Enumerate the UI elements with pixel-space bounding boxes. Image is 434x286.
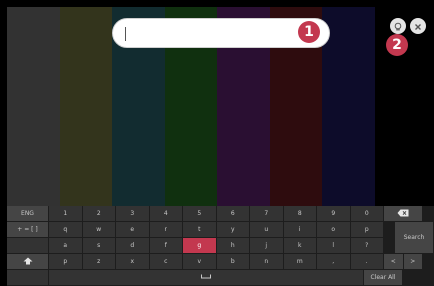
key[interactable]: 8 xyxy=(283,206,317,222)
blank-key xyxy=(7,270,49,286)
key[interactable]: r xyxy=(149,222,183,238)
key[interactable]: v xyxy=(183,254,217,270)
key[interactable]: e xyxy=(116,222,150,238)
key[interactable]: w xyxy=(82,222,116,238)
key[interactable]: k xyxy=(283,238,317,254)
cursor-left-key[interactable]: < xyxy=(384,254,404,270)
clear-all-button[interactable]: Clear All xyxy=(364,270,403,286)
key[interactable]: 5 xyxy=(183,206,217,222)
key[interactable]: 1 xyxy=(49,206,83,222)
key[interactable]: x xyxy=(116,254,150,270)
keyboard-row-2: + = [ ] q w e r t y u i o p xyxy=(7,222,384,238)
key[interactable]: , xyxy=(317,254,351,270)
key[interactable]: a xyxy=(49,238,83,254)
key[interactable]: j xyxy=(250,238,284,254)
key[interactable]: h xyxy=(216,238,250,254)
keyboard-row-1: ENG 1 2 3 4 5 6 7 8 9 0 xyxy=(7,206,423,222)
key[interactable]: u xyxy=(250,222,284,238)
key[interactable]: t xyxy=(183,222,217,238)
key[interactable]: l xyxy=(317,238,351,254)
keyboard-row-5: Clear All xyxy=(7,270,403,286)
key[interactable]: s xyxy=(82,238,116,254)
key[interactable]: f xyxy=(149,238,183,254)
close-button[interactable] xyxy=(410,18,426,34)
on-screen-keyboard: ENG 1 2 3 4 5 6 7 8 9 0 + = [ ] q w e r … xyxy=(7,206,434,286)
language-key[interactable]: ENG xyxy=(7,206,49,222)
shift-icon xyxy=(23,257,33,267)
symbols-key[interactable]: + = [ ] xyxy=(7,222,49,238)
voice-search-button[interactable] xyxy=(390,18,406,34)
close-icon xyxy=(413,17,423,36)
keyboard-row-3: a s d f g h j k l ? xyxy=(7,238,384,254)
key[interactable]: n xyxy=(250,254,284,270)
key[interactable]: c xyxy=(149,254,183,270)
key[interactable]: 3 xyxy=(116,206,150,222)
blank-key xyxy=(7,238,49,254)
key[interactable]: p xyxy=(49,254,83,270)
key[interactable]: y xyxy=(216,222,250,238)
key[interactable]: o xyxy=(317,222,351,238)
key[interactable]: . xyxy=(350,254,384,270)
key[interactable]: 9 xyxy=(317,206,351,222)
keyboard-row-4: p z x c v b n m , . < > xyxy=(7,254,423,270)
key[interactable]: 2 xyxy=(82,206,116,222)
key[interactable]: b xyxy=(216,254,250,270)
key[interactable]: i xyxy=(283,222,317,238)
shift-key[interactable] xyxy=(7,254,49,270)
key[interactable]: q xyxy=(49,222,83,238)
voice-search-icon xyxy=(393,17,403,36)
key[interactable]: 4 xyxy=(149,206,183,222)
callout-badge-search: 1 xyxy=(298,21,320,43)
key[interactable]: 0 xyxy=(350,206,384,222)
key[interactable]: d xyxy=(116,238,150,254)
key-selected[interactable]: g xyxy=(183,238,217,254)
key[interactable]: m xyxy=(283,254,317,270)
space-key[interactable] xyxy=(49,270,364,286)
key[interactable]: 6 xyxy=(216,206,250,222)
search-button[interactable]: Search xyxy=(395,222,434,254)
callout-badge-voice: 2 xyxy=(386,34,408,56)
cursor-right-key[interactable]: > xyxy=(403,254,423,270)
backspace-key[interactable] xyxy=(384,206,423,222)
backspace-icon xyxy=(397,209,409,219)
screen: 1 2 ENG 1 2 3 4 5 6 7 8 9 0 + = [] q w … xyxy=(0,0,434,286)
text-cursor xyxy=(125,27,126,41)
color-bar xyxy=(7,7,60,206)
space-icon xyxy=(201,274,211,281)
key[interactable]: 7 xyxy=(250,206,284,222)
key[interactable]: ? xyxy=(350,238,384,254)
color-bar xyxy=(59,7,112,206)
key[interactable]: p xyxy=(350,222,384,238)
key[interactable]: z xyxy=(82,254,116,270)
color-bar xyxy=(322,7,375,206)
